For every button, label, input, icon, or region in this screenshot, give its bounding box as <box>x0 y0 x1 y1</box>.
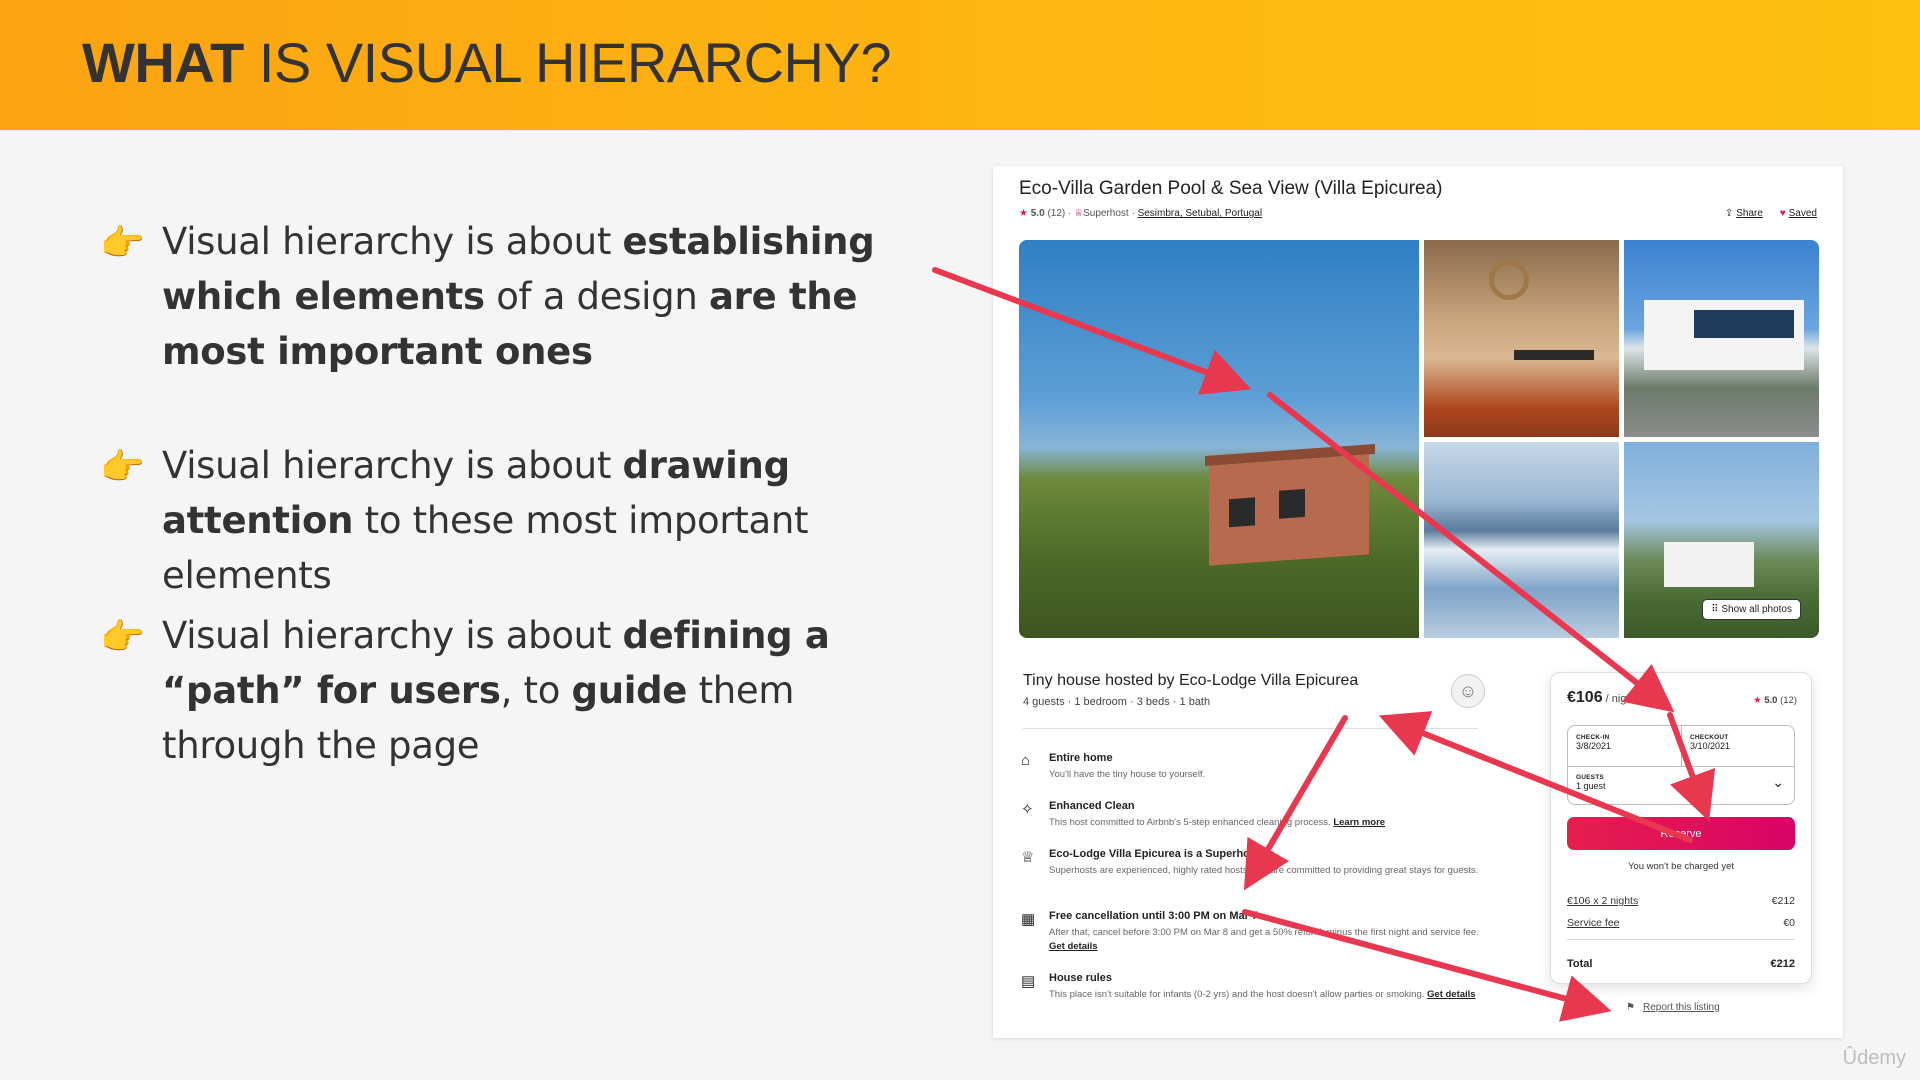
pointing-hand-icon: 👉 <box>100 446 145 487</box>
pointing-hand-icon: 👉 <box>100 616 145 657</box>
photo-house <box>1209 454 1369 566</box>
checkin-field[interactable]: CHECK-IN 3/8/2021 <box>1576 734 1611 751</box>
flag-icon: ⚑ <box>1626 1002 1635 1013</box>
home-icon: ⌂ <box>1021 752 1031 769</box>
superhost-icon: ♕ <box>1074 208 1084 219</box>
grid-icon: ⠿ <box>1711 604 1722 615</box>
star-icon: ★ <box>1753 695 1762 706</box>
bullet-3-text: Visual hierarchy is about defining a “pa… <box>162 614 830 767</box>
title-rest: IS VISUAL HIERARCHY? <box>243 31 892 94</box>
listing-title: Eco-Villa Garden Pool & Sea View (Villa … <box>1019 178 1443 199</box>
charge-note: You won't be charged yet <box>1627 861 1735 872</box>
pointing-hand-icon: 👉 <box>100 222 145 263</box>
slide-header: WHAT IS VISUAL HIERARCHY? <box>0 0 1920 130</box>
nights-line: €106 x 2 nights €212 <box>1567 895 1795 907</box>
host-subtitle: 4 guests · 1 bedroom · 3 beds · 1 bath <box>1023 696 1211 708</box>
main-photo[interactable] <box>1019 240 1419 638</box>
bullet-2-text: Visual hierarchy is about drawing attent… <box>162 444 809 597</box>
photo-gallery[interactable]: ⠿ Show all photos <box>1019 240 1819 638</box>
location-link[interactable]: Sesimbra, Setubal, Portugal <box>1138 208 1263 219</box>
slide-title: WHAT IS VISUAL HIERARCHY? <box>82 30 891 95</box>
report-listing[interactable]: ⚑ Report this listing <box>1626 1002 1720 1013</box>
listing-meta: ★ 5.0 (12) · ♕Superhost · Sesimbra, Setu… <box>1019 208 1263 219</box>
sparkle-icon: ✧ <box>1021 801 1034 818</box>
price: €106 / night <box>1567 689 1636 706</box>
host-title: Tiny house hosted by Eco-Lodge Villa Epi… <box>1023 672 1359 689</box>
superhost-label: Superhost <box>1083 208 1129 219</box>
listing-reviews[interactable]: (12) <box>1047 208 1065 219</box>
photo-landscape[interactable]: ⠿ Show all photos <box>1624 442 1819 638</box>
photo-villa[interactable] <box>1624 240 1819 437</box>
photo-interior[interactable] <box>1424 240 1619 437</box>
get-details-link[interactable]: Get details <box>1427 989 1476 1000</box>
photo-pool[interactable] <box>1424 442 1619 638</box>
divider <box>1023 728 1478 729</box>
airbnb-listing-screenshot: Eco-Villa Garden Pool & Sea View (Villa … <box>993 166 1843 1038</box>
total-line: Total €212 <box>1567 958 1795 970</box>
host-avatar[interactable]: ☺ <box>1451 674 1485 708</box>
booking-card: €106 / night ★ 5.0 (12) CHECK-IN 3/8/2021… <box>1550 672 1812 984</box>
booking-rating: ★ 5.0 (12) <box>1753 695 1797 706</box>
book-icon: ▤ <box>1021 973 1036 990</box>
medal-icon: ♕ <box>1021 849 1035 866</box>
calendar-icon: ▦ <box>1021 911 1036 928</box>
get-details-link[interactable]: Get details <box>1049 941 1098 952</box>
chevron-down-icon[interactable]: ⌄ <box>1772 774 1784 791</box>
share-icon[interactable]: ⇪ <box>1725 208 1733 219</box>
saved-button[interactable]: Saved <box>1789 208 1817 219</box>
date-guest-picker[interactable]: CHECK-IN 3/8/2021 CHECKOUT 3/10/2021 GUEST… <box>1567 725 1795 805</box>
udemy-watermark: Ûdemy <box>1842 1047 1906 1069</box>
title-bold: WHAT <box>82 31 244 94</box>
bullet-1-text: Visual hierarchy is about establishing w… <box>162 220 875 373</box>
heart-icon[interactable]: ♥ <box>1780 208 1786 219</box>
listing-rating: 5.0 <box>1030 208 1045 219</box>
reserve-button[interactable]: Reserve <box>1567 817 1795 850</box>
share-button[interactable]: Share <box>1736 208 1763 219</box>
show-all-photos-button[interactable]: ⠿ Show all photos <box>1702 599 1801 620</box>
learn-more-link[interactable]: Learn more <box>1333 817 1385 828</box>
checkout-field[interactable]: CHECKOUT 3/10/2021 <box>1690 734 1730 751</box>
guests-field[interactable]: GUESTS 1 guest <box>1576 774 1606 791</box>
star-icon: ★ <box>1019 208 1028 219</box>
service-fee-line: Service fee €0 <box>1567 917 1795 929</box>
listing-actions: ⇪ Share ♥ Saved <box>1711 208 1817 219</box>
